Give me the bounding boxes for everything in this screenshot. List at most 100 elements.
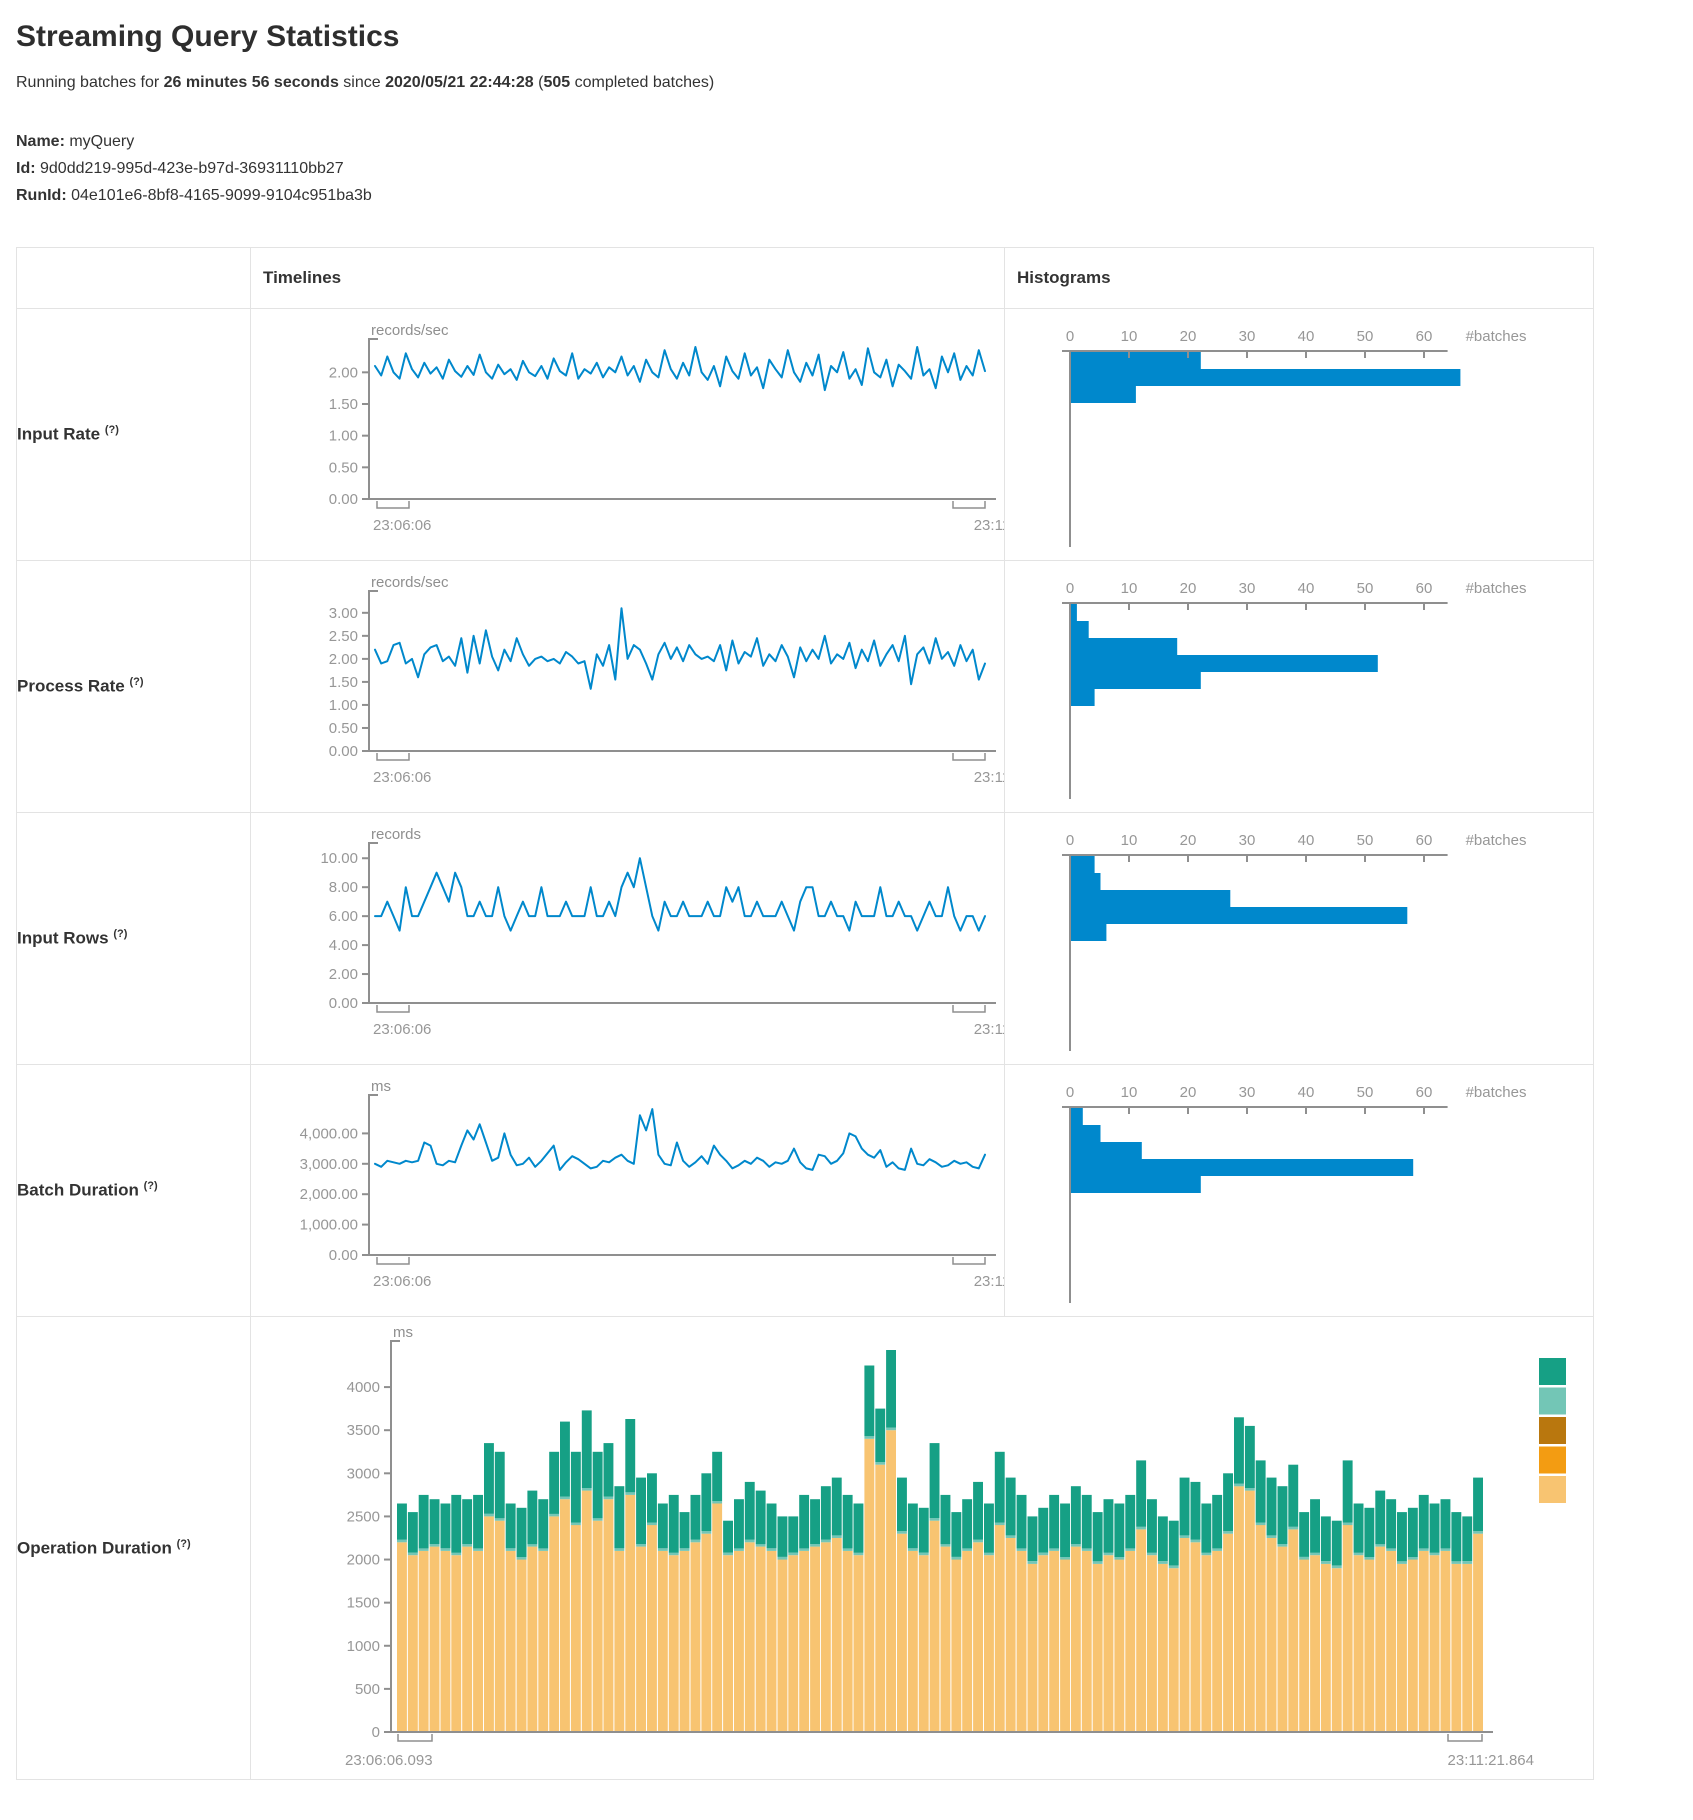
svg-text:10.00: 10.00 [320, 850, 358, 867]
svg-text:2.50: 2.50 [329, 628, 358, 645]
page-title: Streaming Query Statistics [16, 20, 1677, 54]
svg-text:4000: 4000 [347, 1379, 380, 1396]
svg-text:records/sec: records/sec [371, 574, 449, 591]
operation-duration-label: Operation Duration [17, 1538, 172, 1557]
process-rate-help-icon[interactable]: (?) [129, 676, 143, 688]
svg-text:40: 40 [1298, 1084, 1315, 1101]
legend-swatch [1539, 1476, 1566, 1503]
legend-swatch [1539, 1447, 1566, 1474]
svg-text:23:11:21: 23:11:21 [974, 1273, 1004, 1290]
batch-duration-label-cell: Batch Duration (?) [17, 1065, 251, 1317]
svg-text:0: 0 [1066, 1084, 1074, 1101]
summary-prefix: Running batches for [16, 74, 164, 91]
table-header-row: Timelines Histograms [17, 248, 1594, 309]
input-rate-timeline-chart: records/sec0.000.501.001.502.0023:06:062… [251, 309, 1005, 561]
running-batches-summary: Running batches for 26 minutes 56 second… [16, 74, 1677, 92]
svg-text:2.00: 2.00 [329, 966, 358, 983]
svg-text:10: 10 [1121, 832, 1138, 849]
svg-text:#batches: #batches [1466, 580, 1527, 597]
input-rows-help-icon[interactable]: (?) [113, 928, 127, 940]
svg-text:1.50: 1.50 [329, 396, 358, 413]
process-rate-label-cell: Process Rate (?) [17, 561, 251, 813]
svg-text:30: 30 [1239, 328, 1256, 345]
histograms-header: Histograms [1005, 248, 1594, 309]
svg-text:3000: 3000 [347, 1465, 380, 1482]
query-meta: Name: myQuery Id: 9d0dd219-995d-423e-b97… [16, 128, 1677, 209]
svg-text:records: records [371, 826, 421, 843]
svg-text:1000: 1000 [347, 1638, 380, 1655]
svg-text:ms: ms [393, 1324, 413, 1341]
summary-start-time: 2020/05/21 22:44:28 [385, 74, 534, 91]
input-rows-timeline-chart: records0.002.004.006.008.0010.0023:06:06… [251, 813, 1005, 1065]
svg-text:0: 0 [1066, 328, 1074, 345]
svg-text:4,000.00: 4,000.00 [300, 1125, 358, 1142]
query-runid-line: RunId: 04e101e6-8bf8-4165-9099-9104c951b… [16, 182, 1677, 209]
svg-text:50: 50 [1357, 832, 1374, 849]
process-rate-label: Process Rate [17, 677, 125, 696]
svg-text:30: 30 [1239, 1084, 1256, 1101]
timelines-header: Timelines [251, 248, 1005, 309]
batch-duration-label: Batch Duration [17, 1181, 139, 1200]
legend-swatch [1539, 1388, 1566, 1415]
batch-duration-histogram-chart: 0102030405060#batches [1005, 1065, 1594, 1317]
svg-text:#batches: #batches [1466, 1084, 1527, 1101]
svg-text:records/sec: records/sec [371, 322, 449, 339]
svg-text:#batches: #batches [1466, 328, 1527, 345]
svg-text:8.00: 8.00 [329, 879, 358, 896]
summary-paren: ( [534, 74, 544, 91]
svg-text:2,000.00: 2,000.00 [300, 1186, 358, 1203]
legend-swatch [1539, 1417, 1566, 1444]
svg-text:10: 10 [1121, 1084, 1138, 1101]
svg-text:23:06:06: 23:06:06 [373, 1021, 431, 1038]
query-runid-label: RunId: [16, 187, 67, 204]
svg-text:23:06:06: 23:06:06 [373, 769, 431, 786]
svg-text:0: 0 [1066, 580, 1074, 597]
input-rate-histogram-chart: 0102030405060#batches [1005, 309, 1594, 561]
batch-duration-row: Batch Duration (?) ms0.001,000.002,000.0… [17, 1065, 1594, 1317]
query-id-label: Id: [16, 160, 36, 177]
input-rows-histogram-chart: 0102030405060#batches [1005, 813, 1594, 1065]
streaming-query-statistics-page: Streaming Query Statistics Running batch… [0, 0, 1693, 1794]
svg-text:1.50: 1.50 [329, 674, 358, 691]
svg-text:50: 50 [1357, 328, 1374, 345]
svg-text:2.00: 2.00 [329, 651, 358, 668]
process-rate-row: Process Rate (?) records/sec 0.00 0.50 1.00… [17, 561, 1594, 813]
svg-text:60: 60 [1416, 1084, 1433, 1101]
svg-text:23:11:21: 23:11:21 [974, 517, 1004, 534]
svg-text:1.00: 1.00 [329, 428, 358, 445]
empty-header-cell [17, 248, 251, 309]
input-rate-help-icon[interactable]: (?) [105, 424, 119, 436]
svg-text:2.00: 2.00 [329, 364, 358, 381]
query-name-label: Name: [16, 133, 65, 150]
svg-text:3500: 3500 [347, 1422, 380, 1439]
query-name-line: Name: myQuery [16, 128, 1677, 155]
svg-text:1.00: 1.00 [329, 697, 358, 714]
svg-text:2500: 2500 [347, 1508, 380, 1525]
batch-duration-timeline-chart: ms0.001,000.002,000.003,000.004,000.0023… [251, 1065, 1005, 1317]
batch-duration-help-icon[interactable]: (?) [144, 1180, 158, 1192]
svg-text:40: 40 [1298, 580, 1315, 597]
summary-suffix: completed batches) [570, 74, 714, 91]
svg-text:10: 10 [1121, 580, 1138, 597]
svg-text:6.00: 6.00 [329, 908, 358, 925]
query-name-value: myQuery [65, 133, 134, 150]
svg-text:0.00: 0.00 [329, 995, 358, 1012]
svg-text:1,000.00: 1,000.00 [300, 1217, 358, 1234]
svg-text:30: 30 [1239, 832, 1256, 849]
svg-text:0.50: 0.50 [329, 720, 358, 737]
input-rows-row: Input Rows (?) records0.002.004.006.008.… [17, 813, 1594, 1065]
svg-text:0: 0 [1066, 832, 1074, 849]
operation-duration-help-icon[interactable]: (?) [177, 1538, 191, 1550]
input-rate-row: Input Rate (?) records/sec0.000.501.001.… [17, 309, 1594, 561]
operation-duration-label-cell: Operation Duration (?) [17, 1317, 251, 1780]
process-rate-timeline-chart: records/sec0.000.501.001.502.002.503.002… [251, 561, 1005, 813]
legend-swatch [1539, 1358, 1566, 1385]
svg-text:60: 60 [1416, 328, 1433, 345]
process-rate-histogram-chart: 0102030405060#batches [1005, 561, 1594, 813]
svg-text:60: 60 [1416, 832, 1433, 849]
svg-text:30: 30 [1239, 580, 1256, 597]
svg-text:20: 20 [1180, 580, 1197, 597]
svg-text:23:06:06.093: 23:06:06.093 [345, 1752, 433, 1769]
svg-text:0.00: 0.00 [329, 1247, 358, 1264]
svg-text:0.00: 0.00 [329, 743, 358, 760]
